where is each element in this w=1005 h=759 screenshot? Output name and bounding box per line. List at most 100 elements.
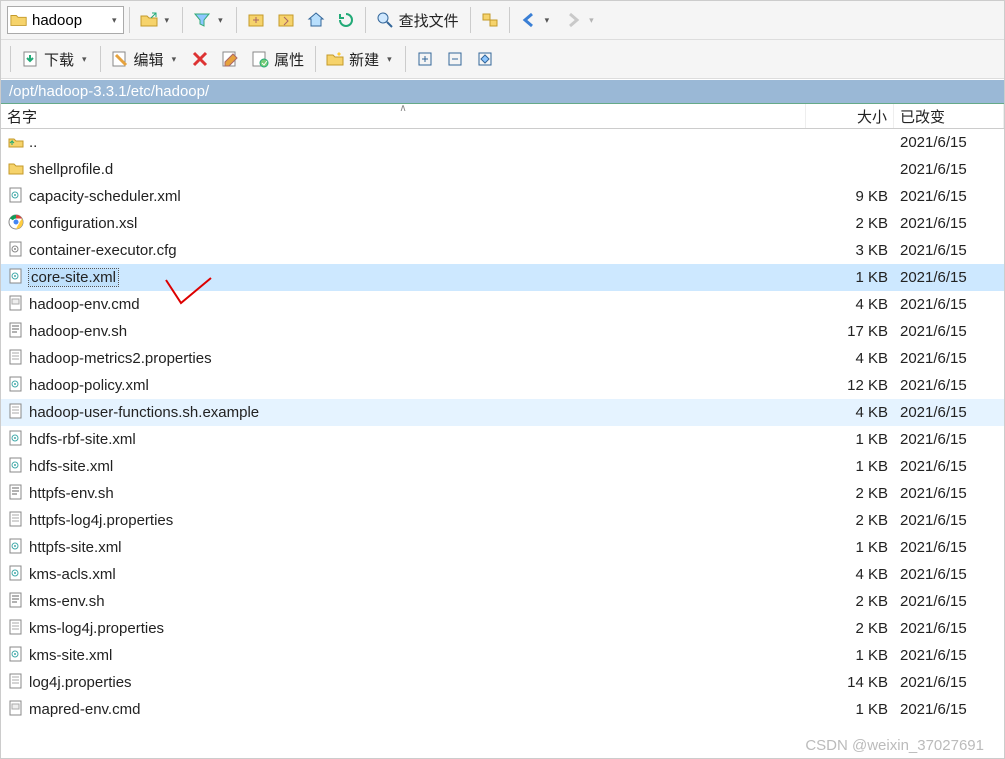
file-row[interactable]: httpfs-log4j.properties2 KB2021/6/15 bbox=[1, 507, 1004, 534]
folder-right-button[interactable] bbox=[272, 6, 300, 34]
file-size: 1 KB bbox=[806, 701, 894, 718]
file-name: core-site.xml bbox=[29, 269, 118, 286]
expand-button[interactable] bbox=[411, 45, 439, 73]
edit-button[interactable]: 编辑 ▾ bbox=[106, 45, 185, 73]
folder-left-button[interactable] bbox=[242, 6, 270, 34]
select-all-button[interactable] bbox=[471, 45, 499, 73]
file-row[interactable]: httpfs-env.sh2 KB2021/6/15 bbox=[1, 480, 1004, 507]
file-row[interactable]: ..2021/6/15 bbox=[1, 129, 1004, 156]
file-name: shellprofile.d bbox=[29, 161, 113, 178]
file-row[interactable]: hdfs-site.xml1 KB2021/6/15 bbox=[1, 453, 1004, 480]
file-name: hadoop-policy.xml bbox=[29, 377, 149, 394]
properties-button[interactable]: 属性 bbox=[246, 45, 310, 73]
file-size: 2 KB bbox=[806, 215, 894, 232]
file-row[interactable]: hadoop-metrics2.properties4 KB2021/6/15 bbox=[1, 345, 1004, 372]
txt-icon bbox=[7, 672, 25, 694]
file-date: 2021/6/15 bbox=[894, 323, 1004, 340]
new-button[interactable]: 新建 ▾ bbox=[321, 45, 400, 73]
home-button[interactable] bbox=[302, 6, 330, 34]
file-size: 1 KB bbox=[806, 647, 894, 664]
file-row[interactable]: core-site.xml1 KB2021/6/15 bbox=[1, 264, 1004, 291]
separator bbox=[365, 7, 366, 33]
separator bbox=[405, 46, 406, 72]
file-row[interactable]: httpfs-site.xml1 KB2021/6/15 bbox=[1, 534, 1004, 561]
sync-tree-button[interactable] bbox=[476, 6, 504, 34]
file-row[interactable]: capacity-scheduler.xml9 KB2021/6/15 bbox=[1, 183, 1004, 210]
open-remote-button[interactable]: ▾ bbox=[135, 6, 178, 34]
file-name: hdfs-rbf-site.xml bbox=[29, 431, 136, 448]
rename-button[interactable] bbox=[216, 45, 244, 73]
file-row[interactable]: kms-site.xml1 KB2021/6/15 bbox=[1, 642, 1004, 669]
separator bbox=[182, 7, 183, 33]
sh-icon bbox=[7, 321, 25, 343]
delete-button[interactable] bbox=[186, 45, 214, 73]
refresh-button[interactable] bbox=[332, 6, 360, 34]
watermark: CSDN @weixin_37027691 bbox=[805, 737, 984, 754]
header-name[interactable]: 名字 ∧ bbox=[1, 104, 806, 128]
header-date[interactable]: 已改变 bbox=[894, 104, 1004, 128]
file-date: 2021/6/15 bbox=[894, 134, 1004, 151]
file-row[interactable]: kms-acls.xml4 KB2021/6/15 bbox=[1, 561, 1004, 588]
chevron-down-icon[interactable]: ▾ bbox=[78, 54, 91, 65]
xml-icon bbox=[7, 375, 25, 397]
separator bbox=[129, 7, 130, 33]
xml-icon bbox=[7, 645, 25, 667]
download-label: 下载 bbox=[42, 49, 76, 70]
file-row[interactable]: hadoop-user-functions.sh.example4 KB2021… bbox=[1, 399, 1004, 426]
chevron-down-icon[interactable]: ▾ bbox=[168, 54, 181, 65]
file-size: 4 KB bbox=[806, 350, 894, 367]
xml-icon bbox=[7, 267, 25, 289]
chevron-down-icon[interactable]: ▾ bbox=[214, 15, 227, 26]
file-size: 2 KB bbox=[806, 620, 894, 637]
download-button[interactable]: 下载 ▾ bbox=[16, 45, 95, 73]
txt-icon bbox=[7, 402, 25, 424]
toolbar-row-2: 下载 ▾ 编辑 ▾ 属性 新建 ▾ bbox=[1, 40, 1004, 79]
file-date: 2021/6/15 bbox=[894, 431, 1004, 448]
cmd-icon bbox=[7, 294, 25, 316]
find-files-button[interactable]: 查找文件 bbox=[371, 6, 465, 34]
file-name: hadoop-user-functions.sh.example bbox=[29, 404, 259, 421]
file-name: container-executor.cfg bbox=[29, 242, 177, 259]
folder-icon bbox=[10, 12, 28, 28]
file-date: 2021/6/15 bbox=[894, 701, 1004, 718]
file-date: 2021/6/15 bbox=[894, 404, 1004, 421]
file-name: log4j.properties bbox=[29, 674, 132, 691]
file-date: 2021/6/15 bbox=[894, 215, 1004, 232]
file-row[interactable]: mapred-env.cmd1 KB2021/6/15 bbox=[1, 696, 1004, 723]
file-date: 2021/6/15 bbox=[894, 647, 1004, 664]
address-bar[interactable]: /opt/hadoop-3.3.1/etc/hadoop/ bbox=[1, 79, 1004, 104]
file-date: 2021/6/15 bbox=[894, 485, 1004, 502]
sort-ascending-icon: ∧ bbox=[399, 103, 406, 114]
file-date: 2021/6/15 bbox=[894, 620, 1004, 637]
file-name: kms-env.sh bbox=[29, 593, 105, 610]
forward-button[interactable]: ▾ bbox=[559, 6, 602, 34]
file-row[interactable]: kms-env.sh2 KB2021/6/15 bbox=[1, 588, 1004, 615]
txt-icon bbox=[7, 348, 25, 370]
back-button[interactable]: ▾ bbox=[515, 6, 558, 34]
chevron-down-icon[interactable]: ▾ bbox=[383, 54, 396, 65]
filter-button[interactable]: ▾ bbox=[188, 6, 231, 34]
path-combo[interactable]: ▾ bbox=[7, 6, 124, 34]
file-row[interactable]: log4j.properties14 KB2021/6/15 bbox=[1, 669, 1004, 696]
path-input[interactable] bbox=[28, 12, 108, 29]
chevron-down-icon[interactable]: ▾ bbox=[161, 15, 174, 26]
collapse-button[interactable] bbox=[441, 45, 469, 73]
chevron-down-icon[interactable]: ▾ bbox=[541, 15, 554, 26]
file-row[interactable]: kms-log4j.properties2 KB2021/6/15 bbox=[1, 615, 1004, 642]
chevron-down-icon[interactable]: ▾ bbox=[108, 15, 121, 26]
file-row[interactable]: hadoop-policy.xml12 KB2021/6/15 bbox=[1, 372, 1004, 399]
file-row[interactable]: configuration.xsl2 KB2021/6/15 bbox=[1, 210, 1004, 237]
file-date: 2021/6/15 bbox=[894, 161, 1004, 178]
file-row[interactable]: container-executor.cfg3 KB2021/6/15 bbox=[1, 237, 1004, 264]
file-row[interactable]: hadoop-env.cmd4 KB2021/6/15 bbox=[1, 291, 1004, 318]
file-row[interactable]: hadoop-env.sh17 KB2021/6/15 bbox=[1, 318, 1004, 345]
file-name: kms-acls.xml bbox=[29, 566, 116, 583]
file-row[interactable]: shellprofile.d 2021/6/15 bbox=[1, 156, 1004, 183]
header-size[interactable]: 大小 bbox=[806, 104, 894, 128]
file-name: httpfs-site.xml bbox=[29, 539, 122, 556]
file-size: 4 KB bbox=[806, 566, 894, 583]
file-name: hadoop-env.cmd bbox=[29, 296, 140, 313]
file-row[interactable]: hdfs-rbf-site.xml 1 KB2021/6/15 bbox=[1, 426, 1004, 453]
file-date: 2021/6/15 bbox=[894, 674, 1004, 691]
file-size: 1 KB bbox=[806, 431, 894, 448]
